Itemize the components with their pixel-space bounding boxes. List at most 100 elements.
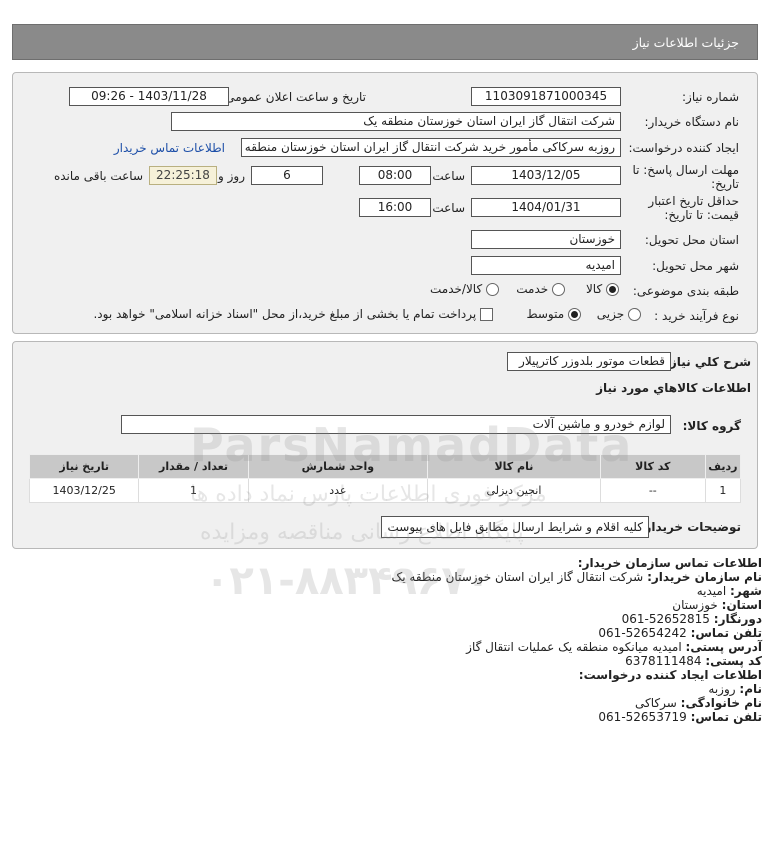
category-option-goods-label: کالا (585, 282, 603, 296)
remaining-time-field: 22:25:18 (149, 166, 217, 185)
summary-field[interactable]: قطعات موتور بلدوزر کاترپیلار (507, 352, 671, 371)
goods-section-title: اطلاعات کالاهاي مورد نياز (596, 381, 751, 395)
validity-time-field[interactable]: 16:00 (359, 198, 431, 217)
deadline-time-field[interactable]: 08:00 (359, 166, 431, 185)
col-row: ردیف (704, 454, 742, 479)
buyer-org-field[interactable]: شرکت انتقال گاز ایران استان خوزستان منطق… (171, 112, 621, 131)
contact-province-row: استان: خوزستان (672, 598, 762, 612)
process-option-minor[interactable]: جزیی (597, 307, 641, 321)
contact-fax-value: 52652815-061 (621, 612, 710, 626)
buyer-notes-field[interactable]: کلیه اقلام و شرایط ارسال مطابق فایل های … (381, 516, 649, 538)
contact-phone-row: تلفن تماس: 52654242-061 (598, 626, 762, 640)
creator-phone-row: تلفن تماس: 52653719-061 (598, 710, 762, 724)
goods-table: ردیف کد کالا نام کالا واحد شمارش تعداد /… (28, 454, 742, 503)
creator-first-name-label: نام: (739, 682, 762, 696)
cell-unit: عدد (247, 478, 429, 503)
contact-org-row: نام سازمان خریدار: شرکت انتقال گاز ایران… (392, 570, 763, 584)
process-option-minor-label: جزیی (596, 307, 625, 321)
city-label: شهر محل تحویل: (652, 259, 739, 273)
deadline-time-label: ساعت (432, 169, 465, 183)
creator-label: ایجاد کننده درخواست: (628, 141, 739, 155)
radio-icon[interactable] (628, 308, 641, 321)
cell-code: -- (599, 478, 706, 503)
remaining-time-label: ساعت باقی مانده (53, 169, 143, 183)
creator-first-name-value: روزبه (708, 682, 736, 696)
need-summary-panel: شرح کلي نياز: قطعات موتور بلدوزر کاترپیل… (12, 341, 758, 549)
validity-label: حداقل تاریخ اعتبار (648, 194, 739, 208)
remaining-days-field[interactable]: 6 (251, 166, 323, 185)
contact-postal-label: کد پستی: (705, 654, 762, 668)
contact-city-label: شهر: (730, 584, 762, 598)
creator-info-title: اطلاعات ایجاد کننده درخواست: (578, 668, 762, 682)
contact-province-label: استان: (721, 598, 762, 612)
category-option-goods[interactable]: کالا (586, 282, 619, 296)
contact-org-label: نام سازمان خریدار: (647, 570, 762, 584)
creator-phone-value: 52653719-061 (598, 710, 687, 724)
radio-selected-icon[interactable] (606, 283, 619, 296)
province-field[interactable]: خوزستان (471, 230, 621, 249)
radio-selected-icon[interactable] (568, 308, 581, 321)
goods-group-label: گروه کالا: (682, 419, 741, 433)
creator-first-name-row: نام: روزبه (708, 682, 762, 696)
cell-name: انجین دیزلی (427, 478, 601, 503)
col-code: کد کالا (599, 454, 706, 479)
contact-address-label: آدرس پستی: (685, 640, 762, 654)
page-title: جزئیات اطلاعات نیاز (632, 35, 739, 50)
cell-qty: 1 (138, 478, 249, 503)
buyer-org-label: نام دستگاه خریدار: (644, 115, 740, 129)
contact-city-value: امیدیه (696, 584, 727, 598)
contact-title: اطلاعات تماس سازمان خریدار: (577, 556, 762, 570)
contact-province-value: خوزستان (672, 598, 718, 612)
city-field[interactable]: امیدیه (471, 256, 621, 275)
deadline-date-field[interactable]: 1403/12/05 (471, 166, 621, 185)
goods-table-header: ردیف کد کالا نام کالا واحد شمارش تعداد /… (28, 454, 742, 479)
category-option-service-label: خدمت (516, 282, 549, 296)
buyer-notes-label: توضیحات خریدار: (639, 520, 741, 534)
contact-address-row: آدرس پستی: امیدیه میانکوه منطقه یک عملیا… (466, 640, 762, 654)
treasury-payment-checkbox[interactable]: پرداخت تمام یا بخشی از مبلغ خرید،از محل … (93, 307, 493, 321)
contact-org-value: شرکت انتقال گاز ایران استان خوزستان منطق… (391, 570, 644, 584)
deadline-label-date: تاریخ: (711, 177, 739, 191)
creator-field[interactable]: روزبه سرکاکی مأمور خرید شرکت انتقال گاز … (241, 138, 621, 157)
col-name: نام کالا (427, 454, 601, 479)
radio-icon[interactable] (552, 283, 565, 296)
need-number-label: شماره نیاز: (682, 90, 739, 104)
contact-address-value: امیدیه میانکوه منطقه یک عملیات انتقال گا… (466, 640, 682, 654)
col-unit: واحد شمارش (247, 454, 429, 479)
treasury-payment-note: پرداخت تمام یا بخشی از مبلغ خرید،از محل … (93, 307, 477, 321)
remaining-days-label: روز و (218, 169, 245, 183)
contact-phone-value: 52654242-061 (598, 626, 687, 640)
page-header: جزئیات اطلاعات نیاز (12, 24, 758, 60)
goods-group-field[interactable]: لوازم خودرو و ماشین آلات (121, 415, 671, 434)
radio-icon[interactable] (486, 283, 499, 296)
category-option-goods-service-label: کالا/خدمت (429, 282, 483, 296)
province-label: استان محل تحویل: (644, 233, 739, 247)
col-date: تاریخ نیاز (28, 454, 140, 479)
validity-time-label: ساعت (432, 201, 465, 215)
contact-fax-row: دورنگار: 52652815-061 (622, 612, 762, 626)
creator-phone-label: تلفن تماس: (690, 710, 762, 724)
need-info-panel: شماره نیاز: 1103091871000345 تاریخ و ساع… (12, 72, 758, 334)
need-number-field[interactable]: 1103091871000345 (471, 87, 621, 106)
table-row[interactable]: 1 -- انجین دیزلی عدد 1 1403/12/25 (28, 478, 742, 503)
contact-city-row: شهر: امیدیه (697, 584, 762, 598)
contact-phone-label: تلفن تماس: (690, 626, 762, 640)
announce-field[interactable]: 1403/11/28 - 09:26 (69, 87, 229, 106)
category-option-service[interactable]: خدمت (516, 282, 565, 296)
creator-last-name-row: نام خانوادگی: سرکاکی (635, 696, 762, 710)
process-option-medium[interactable]: متوسط (526, 307, 581, 321)
validity-date-field[interactable]: 1404/01/31 (471, 198, 621, 217)
category-option-goods-service[interactable]: کالا/خدمت (430, 282, 499, 296)
validity-label-date: قیمت: تا تاریخ: (664, 208, 739, 222)
col-qty: تعداد / مقدار (138, 454, 249, 479)
contact-postal-value: 6378111484 (625, 654, 702, 668)
contact-fax-label: دورنگار: (713, 612, 762, 626)
contact-postal-row: کد پستی: 6378111484 (625, 654, 762, 668)
category-label: طبقه بندی موضوعی: (632, 284, 739, 298)
cell-row: 1 (704, 478, 742, 503)
announce-label: تاریخ و ساعت اعلان عمومی: (221, 90, 366, 104)
checkbox-icon[interactable] (480, 308, 493, 321)
deadline-label: مهلت ارسال پاسخ: تا (632, 163, 739, 177)
buyer-contact-link[interactable]: اطلاعات تماس خریدار (114, 141, 225, 155)
creator-last-name-value: سرکاکی (635, 696, 677, 710)
